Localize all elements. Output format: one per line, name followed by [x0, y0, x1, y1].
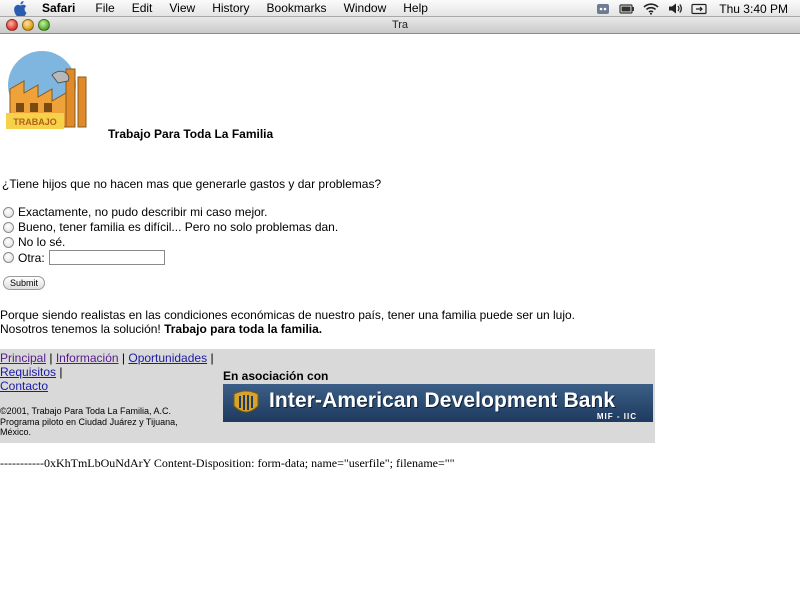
raw-form-boundary-text: -----------0xKhTmLbOuNdArY Content-Dispo… — [0, 456, 455, 470]
apple-menu-icon[interactable] — [12, 0, 28, 16]
menu-help[interactable]: Help — [403, 0, 428, 17]
nav-link-informacion[interactable]: Información — [56, 351, 119, 365]
radio-button[interactable] — [3, 221, 14, 233]
menu-file[interactable]: File — [95, 0, 114, 17]
display-icon[interactable] — [691, 2, 707, 16]
window-title: Tra — [391, 19, 409, 31]
promo-line-1: Porque siendo realistas en las condicion… — [0, 308, 576, 322]
nav-link-requisitos[interactable]: Requisitos — [0, 365, 56, 379]
nav-separator: | — [210, 351, 214, 365]
idb-subtitle: MIF - IIC — [596, 412, 637, 421]
menu-window[interactable]: Window — [344, 0, 387, 17]
site-logo: TRABAJO — [2, 47, 100, 133]
promo-slogan: Trabajo para toda la familia. — [164, 322, 323, 336]
option-label: Otra: — [18, 250, 45, 265]
submit-button[interactable]: Submit — [3, 276, 46, 290]
menu-bar: Safari File Edit View History Bookmarks … — [0, 0, 800, 17]
menu-extras: Thu 3:40 PM — [587, 0, 788, 17]
idb-name: Inter-American Development Bank — [269, 389, 616, 412]
poll-option-1[interactable]: Exactamente, no pudo describir mi caso m… — [3, 205, 267, 219]
idb-logo-icon — [233, 390, 259, 413]
option-label: No lo sé. — [18, 235, 66, 249]
option-label: Exactamente, no pudo describir mi caso m… — [18, 205, 268, 219]
promo-line-2: Nosotros tenemos la solución! Trabajo pa… — [0, 322, 575, 336]
other-answer-input[interactable] — [48, 250, 165, 265]
menu-app-safari[interactable]: Safari — [42, 0, 75, 17]
radio-button[interactable] — [3, 252, 14, 263]
menu-bookmarks[interactable]: Bookmarks — [267, 0, 327, 17]
nav-separator: | — [59, 365, 63, 379]
copyright-notice: ©2001, Trabajo Para Toda La Familia, A.C… — [0, 406, 220, 438]
nav-separator: | — [121, 351, 126, 365]
promo-line-2-text: Nosotros tenemos la solución! — [0, 322, 165, 336]
option-label: Bueno, tener familia es difícil... Pero … — [18, 220, 339, 234]
copyright-line: ©2001, Trabajo Para Toda La Familia, A.C… — [0, 406, 172, 416]
poll-option-other[interactable]: Otra: — [3, 250, 165, 265]
wifi-icon[interactable] — [643, 2, 659, 16]
poll-question: ¿Tiene hijos que no hacen mas que genera… — [2, 177, 382, 191]
nav-link-oportunidades[interactable]: Oportunidades — [128, 351, 207, 365]
menubar-clock[interactable]: Thu 3:40 PM — [719, 2, 788, 16]
radio-button[interactable] — [3, 236, 14, 248]
speech-icon[interactable] — [595, 2, 611, 16]
nav-link-principal[interactable]: Principal — [0, 351, 46, 365]
copyright-line: Programa piloto en Ciudad Juárez y Tijua… — [0, 416, 178, 427]
idb-banner[interactable]: Inter-American Development Bank MIF - II… — [223, 384, 653, 422]
copyright-line: México. — [0, 427, 32, 437]
radio-button[interactable] — [3, 206, 14, 218]
svg-text:TRABAJO: TRABAJO — [13, 117, 57, 127]
menu-view[interactable]: View — [169, 0, 195, 17]
partner-label: En asociación con — [223, 369, 329, 383]
footer-nav: Principal | Información | Oportunidades … — [0, 351, 222, 393]
poll-option-2[interactable]: Bueno, tener familia es difícil... Pero … — [3, 220, 338, 234]
menu-history[interactable]: History — [212, 0, 249, 17]
nav-link-contacto[interactable]: Contacto — [0, 379, 48, 393]
battery-icon[interactable] — [619, 2, 635, 16]
volume-icon[interactable] — [667, 2, 683, 16]
menu-edit[interactable]: Edit — [132, 0, 153, 17]
poll-option-3[interactable]: No lo sé. — [3, 235, 65, 249]
site-title: Trabajo Para Toda La Familia — [108, 127, 274, 141]
promo-text: Porque siendo realistas en las condicion… — [0, 308, 575, 336]
web-page: TRABAJO Trabajo Para Toda La Familia ¿Ti… — [0, 35, 800, 595]
window-titlebar[interactable]: Tra — [0, 17, 800, 34]
nav-separator: | — [49, 351, 53, 365]
page-footer: Principal | Información | Oportunidades … — [0, 349, 655, 443]
